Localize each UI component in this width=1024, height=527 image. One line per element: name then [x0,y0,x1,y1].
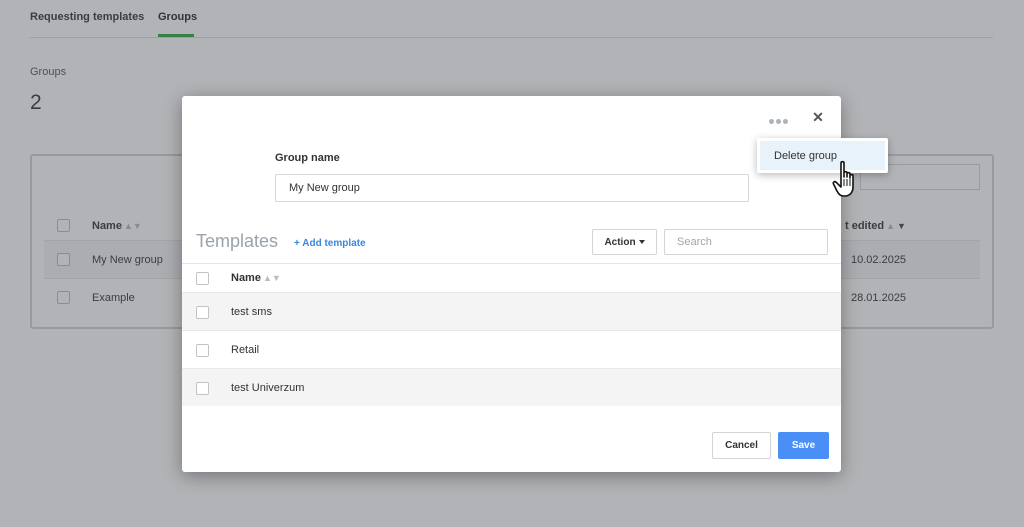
edit-group-modal: ✕ Group name Templates + Add template Ac… [182,96,841,472]
ellipsis-dot [776,119,781,124]
row-checkbox[interactable] [196,306,209,319]
ellipsis-dot [783,119,788,124]
more-options-menu: Delete group [757,138,888,173]
template-row[interactable]: test Univerzum [182,368,841,406]
sort-icon: ▲▼ [262,273,281,283]
templates-title: Templates [196,231,279,251]
templates-table-header: Name ▲▼ [182,263,841,292]
template-row[interactable]: test sms [182,292,841,330]
cancel-button[interactable]: Cancel [712,432,771,459]
row-checkbox[interactable] [196,344,209,357]
ellipsis-icon [769,119,774,124]
group-name-label: Group name [275,152,340,164]
hand-pointer-icon [832,160,854,197]
caret-down-icon [638,240,645,244]
group-name-input[interactable] [275,174,749,202]
select-all-checkbox[interactable] [196,272,209,285]
template-name: test Univerzum [231,382,305,394]
template-search-input[interactable] [664,229,828,255]
row-checkbox[interactable] [196,382,209,395]
save-button[interactable]: Save [778,432,829,459]
column-header-name[interactable]: Name ▲▼ [231,272,281,284]
action-dropdown-button[interactable]: Action [592,229,657,255]
close-icon[interactable]: ✕ [810,109,826,125]
delete-group-menu-item[interactable]: Delete group [760,141,885,170]
add-template-link[interactable]: + Add template [294,238,366,249]
action-label: Action [604,236,636,248]
template-name: test sms [231,306,272,318]
template-name: Retail [231,344,260,356]
more-options-button[interactable] [768,113,790,127]
template-row[interactable]: Retail [182,330,841,368]
